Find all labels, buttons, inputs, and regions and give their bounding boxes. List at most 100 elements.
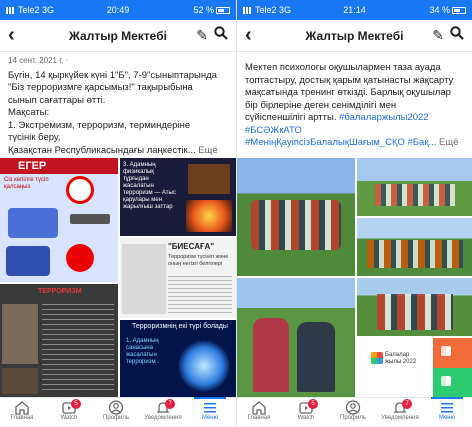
tab-profile[interactable]: Профиль (96, 400, 136, 421)
tab-home[interactable]: Главная (2, 400, 42, 421)
post-line: Бүгін, 14 қыркүйек күні 1"Б", 7-9"сыныпт… (8, 69, 217, 81)
hashtag-link[interactable]: #БСӘЖкАТО (245, 125, 302, 136)
profile-icon (345, 400, 361, 415)
tab-profile[interactable]: Профиль (333, 400, 373, 421)
page-header: ‹ Жалтыр Мектебі ✎ (237, 20, 472, 52)
illustration-block-2 (6, 246, 50, 276)
tab-label: Главная (10, 415, 34, 421)
explosion-photo (186, 200, 232, 232)
post-line: топтастыру, достық қарым қатынасты жақса… (245, 74, 454, 86)
photo-info-slide[interactable]: 3. Адамның физикалық тұрғыдан жасалатын … (120, 158, 236, 236)
newspaper-title: "БИЕСАҒА" (168, 242, 215, 251)
kids-circle (367, 240, 463, 268)
edit-pencil-icon[interactable]: ✎ (432, 27, 444, 44)
students-crowd (251, 200, 341, 250)
page-header: ‹ Жалтыр Мектебі ✎ (0, 20, 236, 52)
post-image-grid: ЕГЕР Сіз кепілге түсіп қалсаңыз 3. Адамн… (0, 158, 236, 398)
battery-indicator: 34 % (429, 5, 466, 15)
post-line: түсінік беру, (8, 132, 61, 143)
girl-figure (253, 318, 289, 392)
profile-icon (108, 400, 124, 415)
tab-notifications[interactable]: 7 Уведомления (143, 399, 183, 421)
post-line: 1. Экстремизм, терроризм, терминдеріне (8, 119, 191, 131)
tab-watch[interactable]: 5 Watch (49, 399, 89, 421)
hashtag-link[interactable]: #МеніңҚауіпсізБалалықШағым_СҚО #Бақ... (245, 137, 436, 148)
terror-label: ТЕРРОРИЗМ (38, 288, 82, 295)
post-line: #МеніңҚауіпсізБалалықШағым_СҚО #Бақ... Е… (245, 137, 464, 150)
gun-illustration (70, 214, 110, 224)
status-bar: Tele2 3G 20:49 52 % (0, 0, 236, 20)
menu-icon (204, 403, 216, 413)
status-bar: Tele2 3G 21:14 34 % (237, 0, 472, 20)
logo-tile-orange (433, 338, 472, 368)
home-icon (15, 401, 29, 415)
soldier-photo (2, 304, 38, 364)
post-line: сүйіспеншілігі артты. #балаларжылы2022 (245, 112, 464, 125)
see-more-link[interactable]: Ещё (439, 137, 458, 148)
watch-badge: 5 (308, 399, 318, 409)
bottom-tab-bar: Главная 5 Watch Профиль 7 Уведомления Ме… (0, 397, 236, 427)
post-line: Мақсаты: (8, 107, 50, 118)
photo-terror-poster[interactable]: ЕГЕР Сіз кепілге түсіп қалсаңыз (0, 158, 118, 282)
slide-title: Терроризмнің екі түрі болады (132, 323, 228, 330)
post-line: Қазақстан Республикасындағы лаңкестік...… (8, 145, 228, 158)
logo-tile-green (433, 368, 472, 398)
bell-icon: 7 (155, 399, 175, 415)
notifications-badge: 7 (165, 399, 175, 409)
logo-text: Балалар жылы 2022 (385, 352, 417, 365)
newspaper-subtitle: Терроризм түсінігі және оның негізгі бел… (168, 254, 229, 267)
tab-label: Профиль (103, 415, 129, 421)
notifications-badge: 7 (402, 399, 412, 409)
right-screenshot: Tele2 3G 21:14 34 % ‹ Жалтыр Мектебі ✎ М… (236, 0, 472, 427)
photo-two-types-slide[interactable]: Терроризмнің екі түрі болады 1. Адамның … (120, 320, 236, 398)
battery-icon (452, 7, 466, 14)
post-line: Мектеп психологы оқушылармен таза ауада (245, 62, 441, 73)
watch-icon: 5 (298, 399, 318, 415)
tab-notifications[interactable]: 7 Уведомления (380, 399, 420, 421)
edit-pencil-icon[interactable]: ✎ (196, 27, 208, 44)
photo-students-group[interactable] (237, 158, 355, 276)
watch-badge: 5 (71, 399, 81, 409)
post-line: бір бірлеріне деген сенімділігі мен (245, 99, 397, 111)
post-timestamp: 14 сент. 2021 г. · (8, 56, 69, 65)
photo-students-play[interactable] (357, 278, 472, 336)
logo-mark-icon (441, 346, 451, 356)
photo-newspaper[interactable]: "БИЕСАҒА" Терроризм түсінігі және оның н… (120, 238, 236, 318)
see-more-link[interactable]: Ещё (198, 145, 217, 156)
photo-playground[interactable] (357, 158, 472, 216)
newspaper-left-column (122, 244, 166, 314)
home-icon (252, 401, 266, 415)
post-image-grid: Балалар жылы 2022 (237, 158, 472, 398)
tab-label: Главная (247, 415, 271, 421)
girl-figure-2 (297, 322, 335, 392)
explosion-small-photo (2, 368, 38, 394)
tab-home[interactable]: Главная (239, 400, 279, 421)
post-line: #БСӘЖкАТО (245, 125, 464, 138)
photo-girls-outdoor[interactable] (237, 278, 355, 398)
post-line: сынып сағаттары өтті. (8, 94, 106, 106)
prohibition-sign-icon (66, 176, 94, 204)
poster-title: ЕГЕР (18, 160, 47, 172)
article-text-block (42, 304, 114, 392)
watch-icon: 5 (61, 399, 81, 415)
tab-watch[interactable]: 5 Watch (286, 399, 326, 421)
poster-subtitle: Сіз кепілге түсіп қалсаңыз (4, 177, 49, 190)
tab-label: Меню (201, 415, 219, 421)
bottom-tab-bar: Главная 5 Watch Профиль 7 Уведомления Ме… (237, 397, 472, 427)
slide-point: 1. Адамның санасына жасалатын терроризм … (126, 338, 159, 365)
search-icon[interactable] (214, 26, 228, 40)
photo-year-logo[interactable]: Балалар жылы 2022 (357, 338, 472, 398)
tab-menu[interactable]: Меню (190, 397, 230, 421)
photo-game[interactable] (357, 218, 472, 276)
hashtag-link[interactable]: #балаларжылы2022 (339, 112, 428, 123)
tab-label: Уведомления (381, 415, 419, 421)
students-group (377, 294, 453, 330)
tab-menu[interactable]: Меню (427, 397, 467, 421)
menu-icon (441, 403, 453, 413)
newspaper-body (168, 276, 232, 314)
kids-group (375, 184, 455, 206)
search-icon[interactable] (450, 26, 464, 40)
photo-terror-article[interactable]: ТЕРРОРИЗМ (0, 284, 118, 398)
brain-illustration (178, 340, 230, 392)
battery-percent: 52 % (193, 5, 214, 15)
